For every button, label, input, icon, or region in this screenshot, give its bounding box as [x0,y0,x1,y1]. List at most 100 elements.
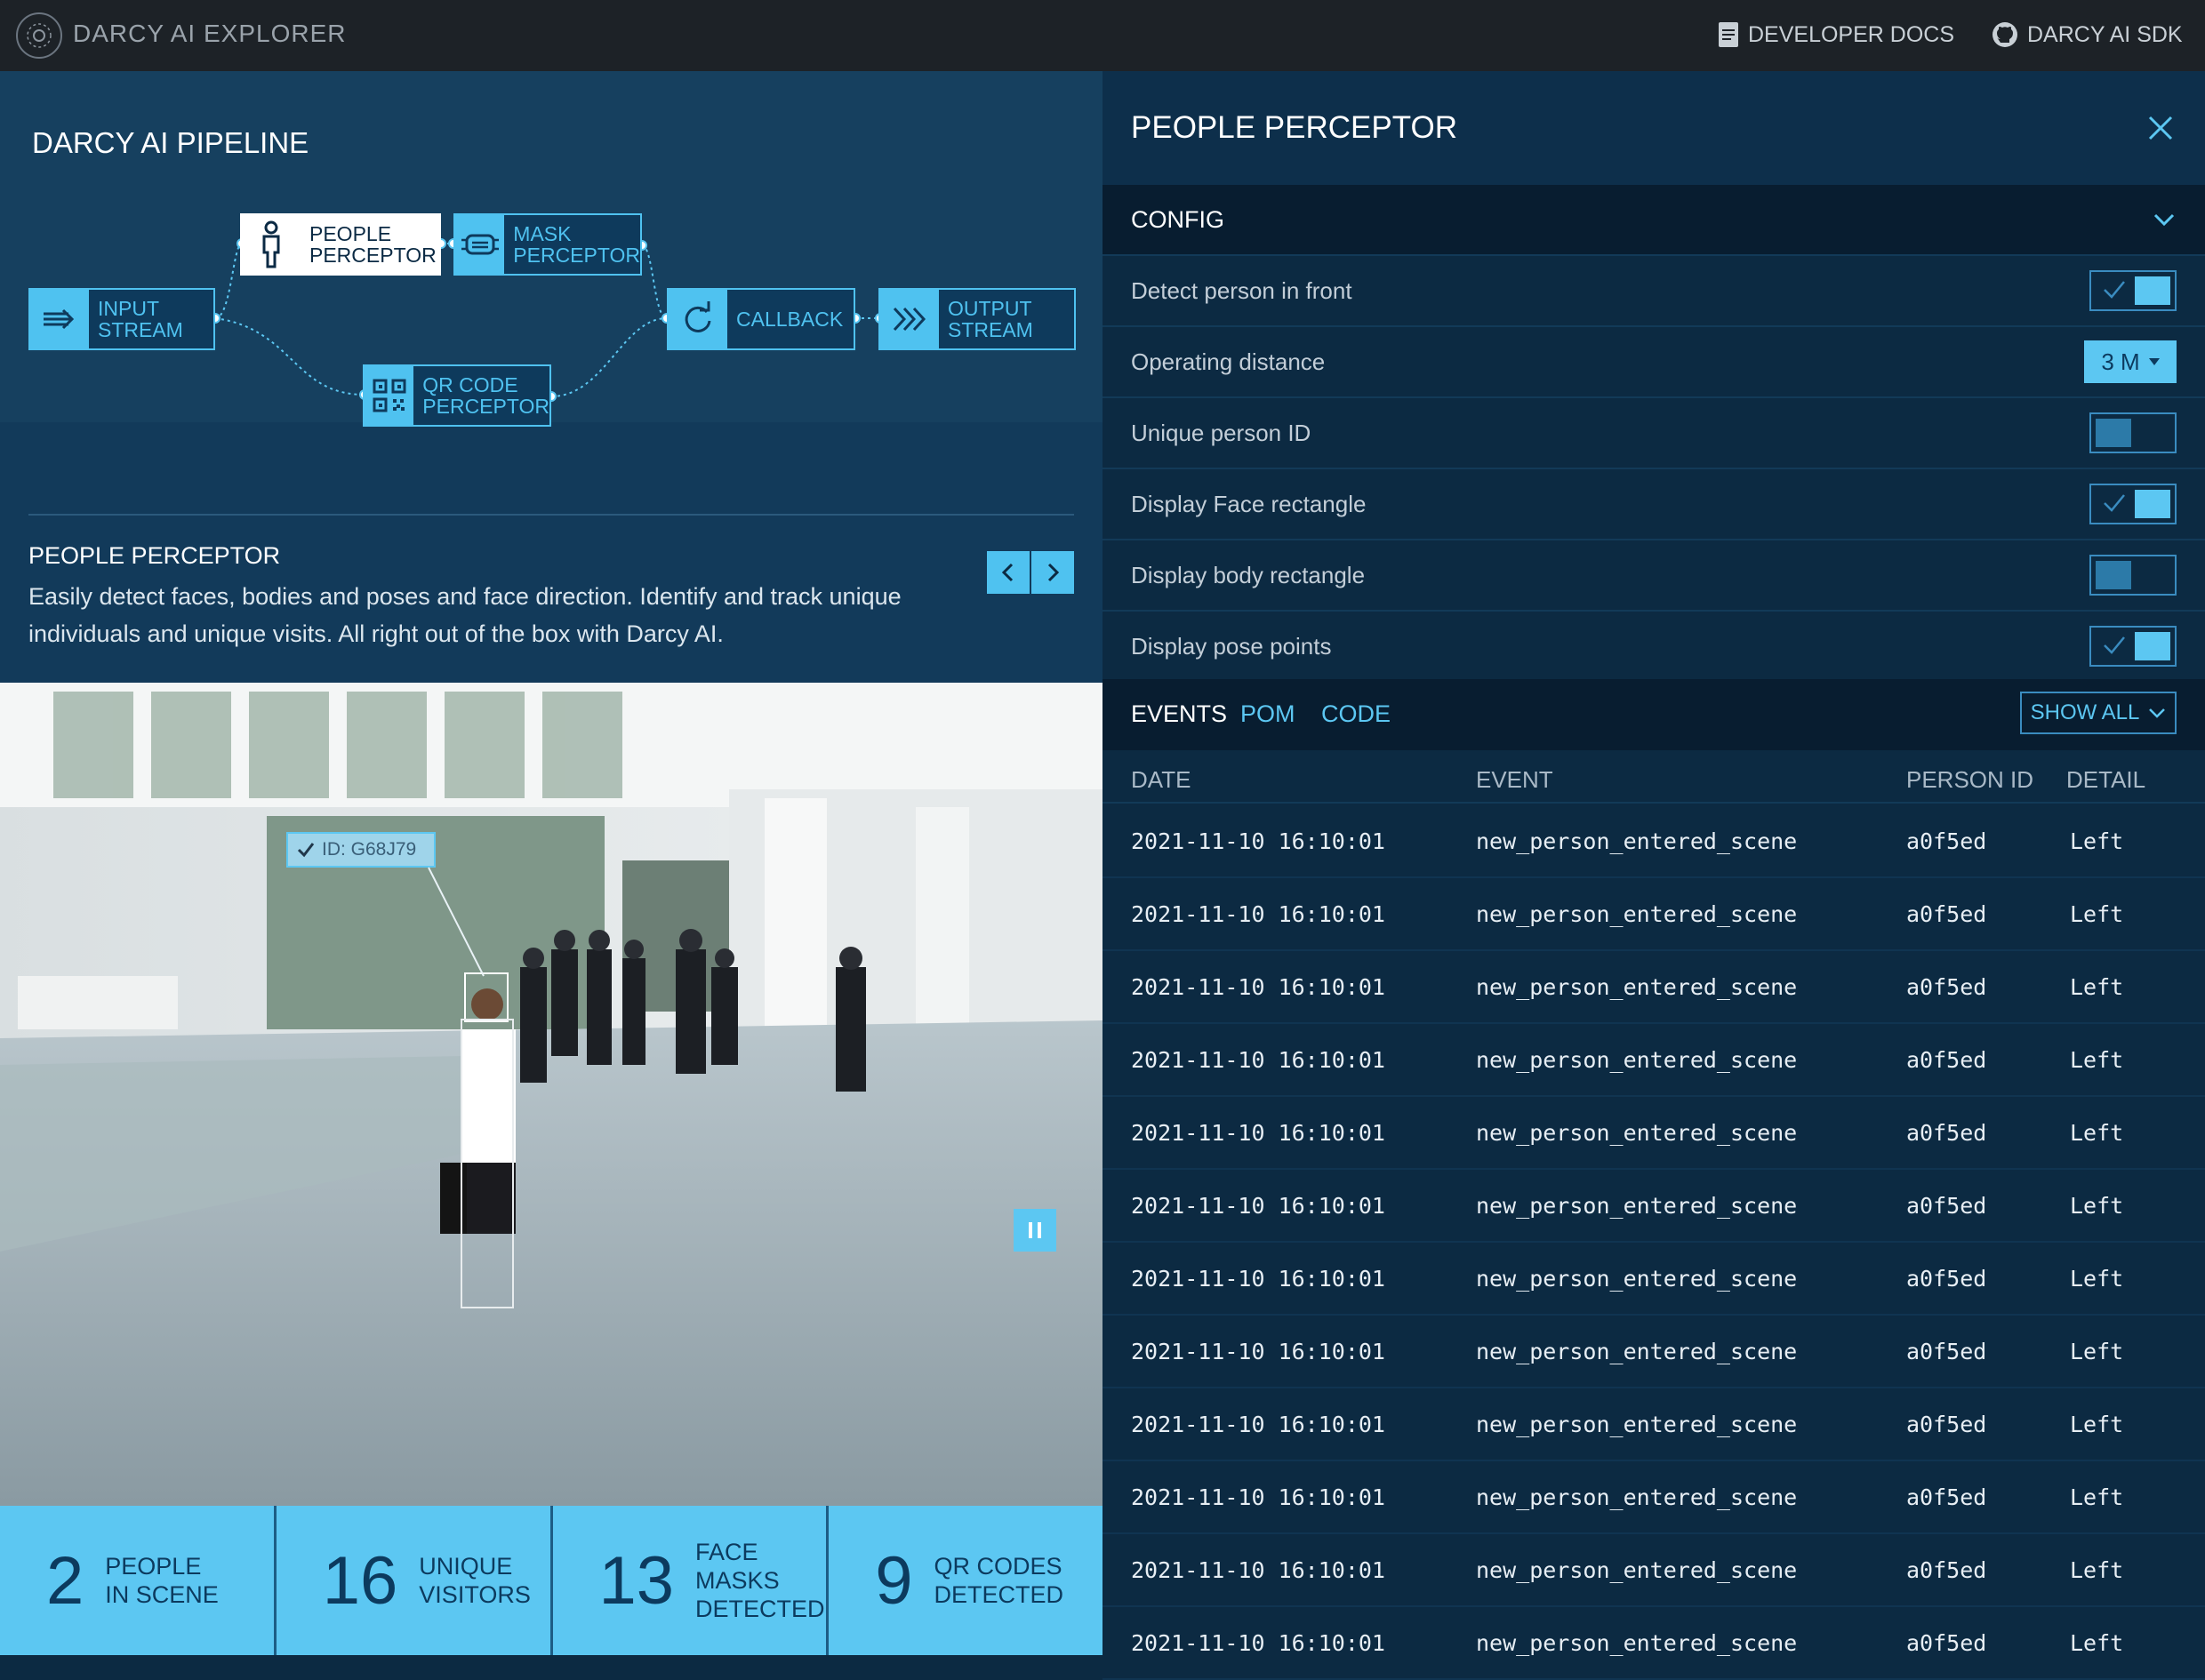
display-face-rectangle-toggle[interactable] [2089,484,2177,524]
event-cell: new_person_entered_scene [1476,828,1798,854]
event-cell: new_person_entered_scene [1476,974,1798,1000]
next-button[interactable] [1031,551,1074,594]
event-cell: new_person_entered_scene [1476,1266,1798,1292]
stat-unique-visitors: 16 UNIQUE VISITORS [277,1506,553,1655]
chevron-right-icon [1047,563,1060,582]
stat-value: 9 [875,1542,913,1619]
detail-cell: Left [2070,1266,2124,1292]
detail-cell: Left [2070,901,2124,927]
pipeline-node-input-stream[interactable]: INPUT STREAM [28,288,215,350]
column-header-event[interactable]: EVENT [1476,766,1553,794]
person-id-cell: a0f5ed [1906,1339,1987,1364]
stat-face-masks-detected: 13 FACE MASKS DETECTED [553,1506,830,1655]
node-label: QR CODE [422,373,518,396]
date-cell: 2021-11-10 16:10:01 [1131,1484,1385,1510]
tab-code[interactable]: CODE [1321,700,1391,728]
table-row[interactable]: 2021-11-10 16:10:01 new_person_entered_sc… [1102,878,2205,951]
close-icon[interactable] [2145,112,2177,144]
detail-cell: Left [2070,1120,2124,1146]
table-row[interactable]: 2021-11-10 16:10:01 new_person_entered_sc… [1102,1024,2205,1097]
person-id-cell: a0f5ed [1906,1047,1987,1073]
config-label: Display pose points [1131,632,1332,660]
detail-cell: Left [2070,1630,2124,1656]
table-row[interactable]: 2021-11-10 16:10:01 new_person_entered_sc… [1102,1461,2205,1534]
tab-pom[interactable]: POM [1240,700,1295,728]
person-id-cell: a0f5ed [1906,1193,1987,1219]
node-label: STREAM [948,318,1033,341]
table-row[interactable]: 2021-11-10 16:10:01 new_person_entered_sc… [1102,1316,2205,1388]
pipeline-node-mask-perceptor[interactable]: MASK PERCEPTOR [453,213,642,276]
toggle-knob [2096,561,2131,589]
table-row[interactable]: 2021-11-10 16:10:01 new_person_entered_sc… [1102,1243,2205,1316]
date-cell: 2021-11-10 16:10:01 [1131,1047,1385,1073]
date-cell: 2021-11-10 16:10:01 [1131,1630,1385,1656]
person-id-cell: a0f5ed [1906,901,1987,927]
darcy-ai-sdk-link[interactable]: DARCY AI SDK [1992,21,2183,48]
stat-label: IN SCENE [105,1581,219,1608]
pause-button[interactable] [1014,1209,1056,1252]
table-row[interactable]: 2021-11-10 16:10:01 new_person_entered_sc… [1102,951,2205,1024]
node-label: PEOPLE [309,222,392,245]
node-label: PERCEPTOR [422,395,549,418]
lobby-scene-image [0,683,1102,1506]
date-cell: 2021-11-10 16:10:01 [1131,1557,1385,1583]
chevrons-right-icon [880,290,939,348]
developer-docs-label: DEVELOPER DOCS [1748,21,1955,47]
stat-label: UNIQUE [419,1553,513,1580]
config-section-header[interactable]: CONFIG [1102,185,2205,254]
show-all-label: SHOW ALL [2030,700,2140,724]
detail-cell: Left [2070,974,2124,1000]
check-icon [2104,281,2125,299]
config-row-display-body-rectangle: Display body rectangle [1102,539,2205,610]
config-label: Unique person ID [1131,419,1311,446]
person-id-cell: a0f5ed [1906,1484,1987,1510]
column-header-detail[interactable]: DETAIL [2066,766,2145,794]
config-label: CONFIG [1131,205,1224,233]
column-header-person-id[interactable]: PERSON ID [1906,766,2033,794]
table-row[interactable]: 2021-11-10 16:10:01 new_person_entered_sc… [1102,1097,2205,1170]
pipeline-node-output-stream[interactable]: OUTPUT STREAM [878,288,1076,350]
pipeline-node-people-perceptor[interactable]: PEOPLE PERCEPTOR [240,213,441,276]
qr-code-icon [365,366,414,425]
table-row[interactable]: 2021-11-10 16:10:01 new_person_entered_sc… [1102,1388,2205,1461]
unique-person-id-toggle[interactable] [2089,412,2177,453]
person-id-cell: a0f5ed [1906,1412,1987,1437]
caret-down-icon [2148,358,2160,365]
previous-button[interactable] [987,551,1030,594]
description-title: PEOPLE PERCEPTOR [28,542,281,569]
document-icon [1719,22,1738,47]
video-feed[interactable]: ID: G68J79 [0,683,1102,1506]
developer-docs-link[interactable]: DEVELOPER DOCS [1718,21,1954,48]
display-pose-points-toggle[interactable] [2089,626,2177,667]
operating-distance-select[interactable]: 3 M [2084,340,2177,383]
darcy-logo-icon[interactable] [16,12,62,59]
pipeline-node-callback[interactable]: CALLBACK [667,288,855,350]
date-cell: 2021-11-10 16:10:01 [1131,974,1385,1000]
show-all-dropdown[interactable]: SHOW ALL [2020,692,2177,734]
tab-events[interactable]: EVENTS [1131,700,1227,728]
stat-label: DETECTED [695,1596,825,1622]
table-row[interactable]: 2021-11-10 16:10:01 new_person_entered_sc… [1102,1170,2205,1243]
select-value: 3 M [2101,348,2140,375]
events-tabs: EVENTS POM CODE SHOW ALL [1102,679,2205,750]
person-id-cell: a0f5ed [1906,974,1987,1000]
event-cell: new_person_entered_scene [1476,1412,1798,1437]
toggle-knob [2135,490,2170,518]
table-row[interactable]: 2021-11-10 16:10:01 new_person_entered_sc… [1102,1607,2205,1680]
event-cell: new_person_entered_scene [1476,1047,1798,1073]
toggle-knob [2135,276,2170,305]
toggle-knob [2135,632,2170,660]
pipeline-node-qr-code-perceptor[interactable]: QR CODE PERCEPTOR [363,364,551,427]
table-row[interactable]: 2021-11-10 16:10:01 new_person_entered_sc… [1102,805,2205,878]
id-tag: ID: G68J79 [286,832,436,868]
detect-person-toggle[interactable] [2089,270,2177,311]
config-row-operating-distance: Operating distance 3 M [1102,325,2205,396]
column-header-date[interactable]: DATE [1131,766,1191,794]
stats-bar: 2 PEOPLE IN SCENE 16 UNIQUE VISITORS 13 FA… [0,1506,1102,1655]
check-icon [297,843,315,858]
table-row[interactable]: 2021-11-10 16:10:01 new_person_entered_sc… [1102,1534,2205,1607]
detail-cell: Left [2070,1339,2124,1364]
display-body-rectangle-toggle[interactable] [2089,555,2177,596]
date-cell: 2021-11-10 16:10:01 [1131,1412,1385,1437]
chevron-down-icon [2149,708,2166,718]
